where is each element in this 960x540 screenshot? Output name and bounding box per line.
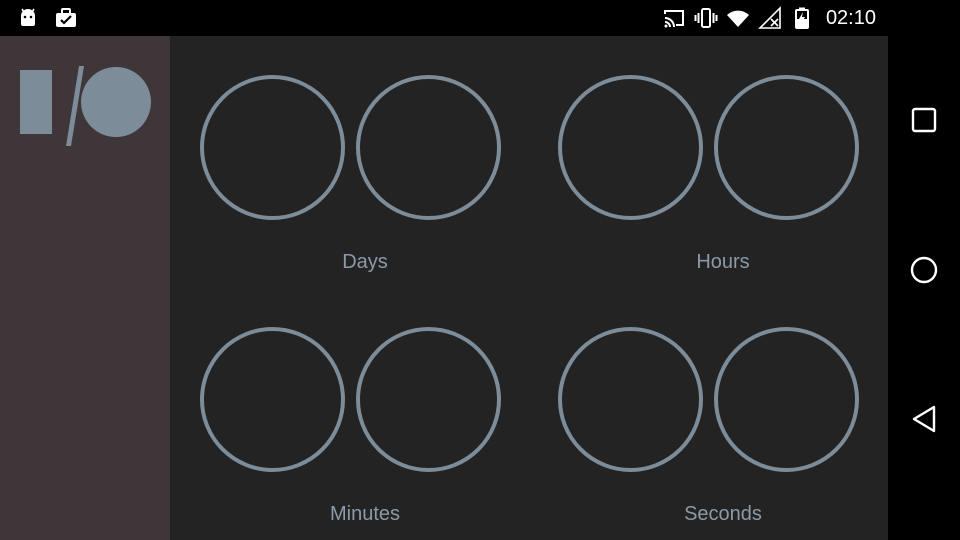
digit-ring bbox=[558, 327, 703, 472]
digit-ring bbox=[356, 327, 501, 472]
android-debug-icon bbox=[21, 8, 35, 26]
back-button[interactable] bbox=[888, 383, 960, 455]
battery-charging-icon bbox=[794, 7, 809, 29]
unit-label: Seconds bbox=[684, 503, 762, 525]
status-notifications bbox=[16, 6, 78, 30]
google-io-logo bbox=[20, 66, 151, 146]
recents-button[interactable] bbox=[888, 84, 960, 156]
digit-ring bbox=[558, 75, 703, 220]
app-content: Days Hours Minutes Seconds bbox=[0, 36, 888, 540]
digit-ring bbox=[714, 327, 859, 472]
countdown-panel: Days Hours Minutes Seconds bbox=[170, 36, 888, 540]
countdown-days: Days bbox=[200, 75, 530, 273]
digit-ring bbox=[356, 75, 501, 220]
digit-group bbox=[200, 75, 530, 223]
status-system-icons: 02:10 bbox=[662, 6, 876, 30]
digit-group bbox=[558, 327, 888, 475]
digit-ring bbox=[714, 75, 859, 220]
digit-ring bbox=[200, 75, 345, 220]
unit-label: Hours bbox=[696, 251, 750, 273]
countdown-seconds: Seconds bbox=[558, 327, 888, 525]
device-screen: 02:10 Days Hours Minutes Seconds bbox=[0, 0, 960, 540]
vibrate-icon bbox=[694, 8, 718, 28]
navigation-bar bbox=[888, 0, 960, 540]
digit-group bbox=[200, 327, 530, 475]
countdown-minutes: Minutes bbox=[200, 327, 530, 525]
home-icon bbox=[910, 256, 938, 284]
cast-icon bbox=[663, 10, 684, 28]
no-signal-icon bbox=[758, 6, 781, 29]
digit-group bbox=[558, 75, 888, 223]
status-bar: 02:10 bbox=[0, 0, 888, 36]
unit-label: Minutes bbox=[329, 503, 401, 525]
recents-icon bbox=[911, 107, 937, 133]
home-button[interactable] bbox=[888, 234, 960, 306]
side-panel bbox=[0, 36, 170, 540]
briefcase-check-icon bbox=[56, 8, 76, 27]
back-icon bbox=[912, 405, 936, 433]
digit-ring bbox=[200, 327, 345, 472]
wifi-icon bbox=[726, 10, 749, 27]
countdown-hours: Hours bbox=[558, 75, 888, 273]
unit-label: Days bbox=[342, 251, 388, 273]
status-clock: 02:10 bbox=[825, 7, 876, 29]
